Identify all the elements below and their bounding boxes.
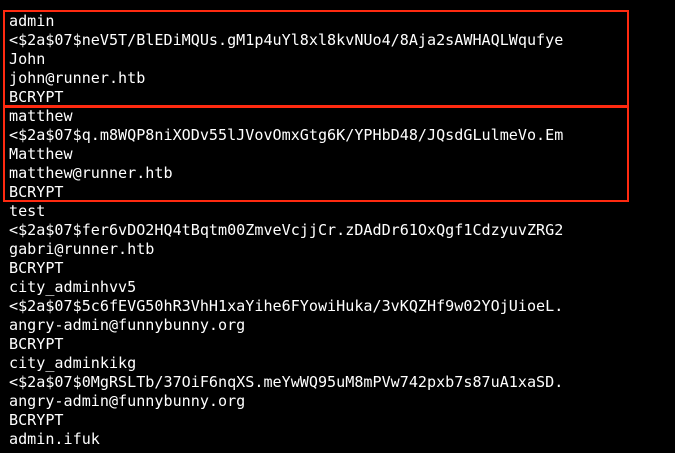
password-hash-line: <$2a$07$q.m8WQP8niXODv55lJVovOmxGtg6K/YP… — [9, 126, 564, 144]
username-line: city_adminhvv5 — [9, 278, 137, 296]
email-line: angry-admin@funnybunny.org — [9, 392, 246, 410]
hash-type-line: BCRYPT — [9, 88, 64, 106]
email-line: matthew@runner.htb — [9, 164, 173, 182]
email-line: angry-admin@funnybunny.org — [9, 316, 246, 334]
username-line: city_adminkikg — [9, 354, 137, 372]
hash-type-line: BCRYPT — [9, 183, 64, 201]
hash-type-line: BCRYPT — [9, 335, 64, 353]
password-hash-line: <$2a$07$fer6vDO2HQ4tBqtm00ZmveVcjjCr.zDA… — [9, 221, 564, 239]
hash-type-line: BCRYPT — [9, 259, 64, 277]
password-hash-line: <$2a$07$neV5T/BlEDiMQUs.gM1p4uYl8xl8kvNU… — [9, 31, 564, 49]
username-line: test — [9, 202, 46, 220]
email-line: gabri@runner.htb — [9, 240, 155, 258]
username-line: matthew — [9, 107, 73, 125]
email-line: john@runner.htb — [9, 69, 146, 87]
username-line: admin.ifuk — [9, 430, 100, 448]
hash-type-line: BCRYPT — [9, 411, 64, 429]
terminal-output[interactable]: admin <$2a$07$neV5T/BlEDiMQUs.gM1p4uYl8x… — [0, 0, 675, 453]
terminal-lines: admin <$2a$07$neV5T/BlEDiMQUs.gM1p4uYl8x… — [9, 12, 563, 449]
password-hash-line: <$2a$07$0MgRSLTb/37OiF6nqXS.meYwWQ95uM8m… — [9, 373, 564, 391]
username-line: admin — [9, 12, 55, 30]
password-hash-line: <$2a$07$5c6fEVG50hR3VhH1xaYihe6FYowiHuka… — [9, 297, 564, 315]
display-name-line: John — [9, 50, 46, 68]
display-name-line: Matthew — [9, 145, 73, 163]
